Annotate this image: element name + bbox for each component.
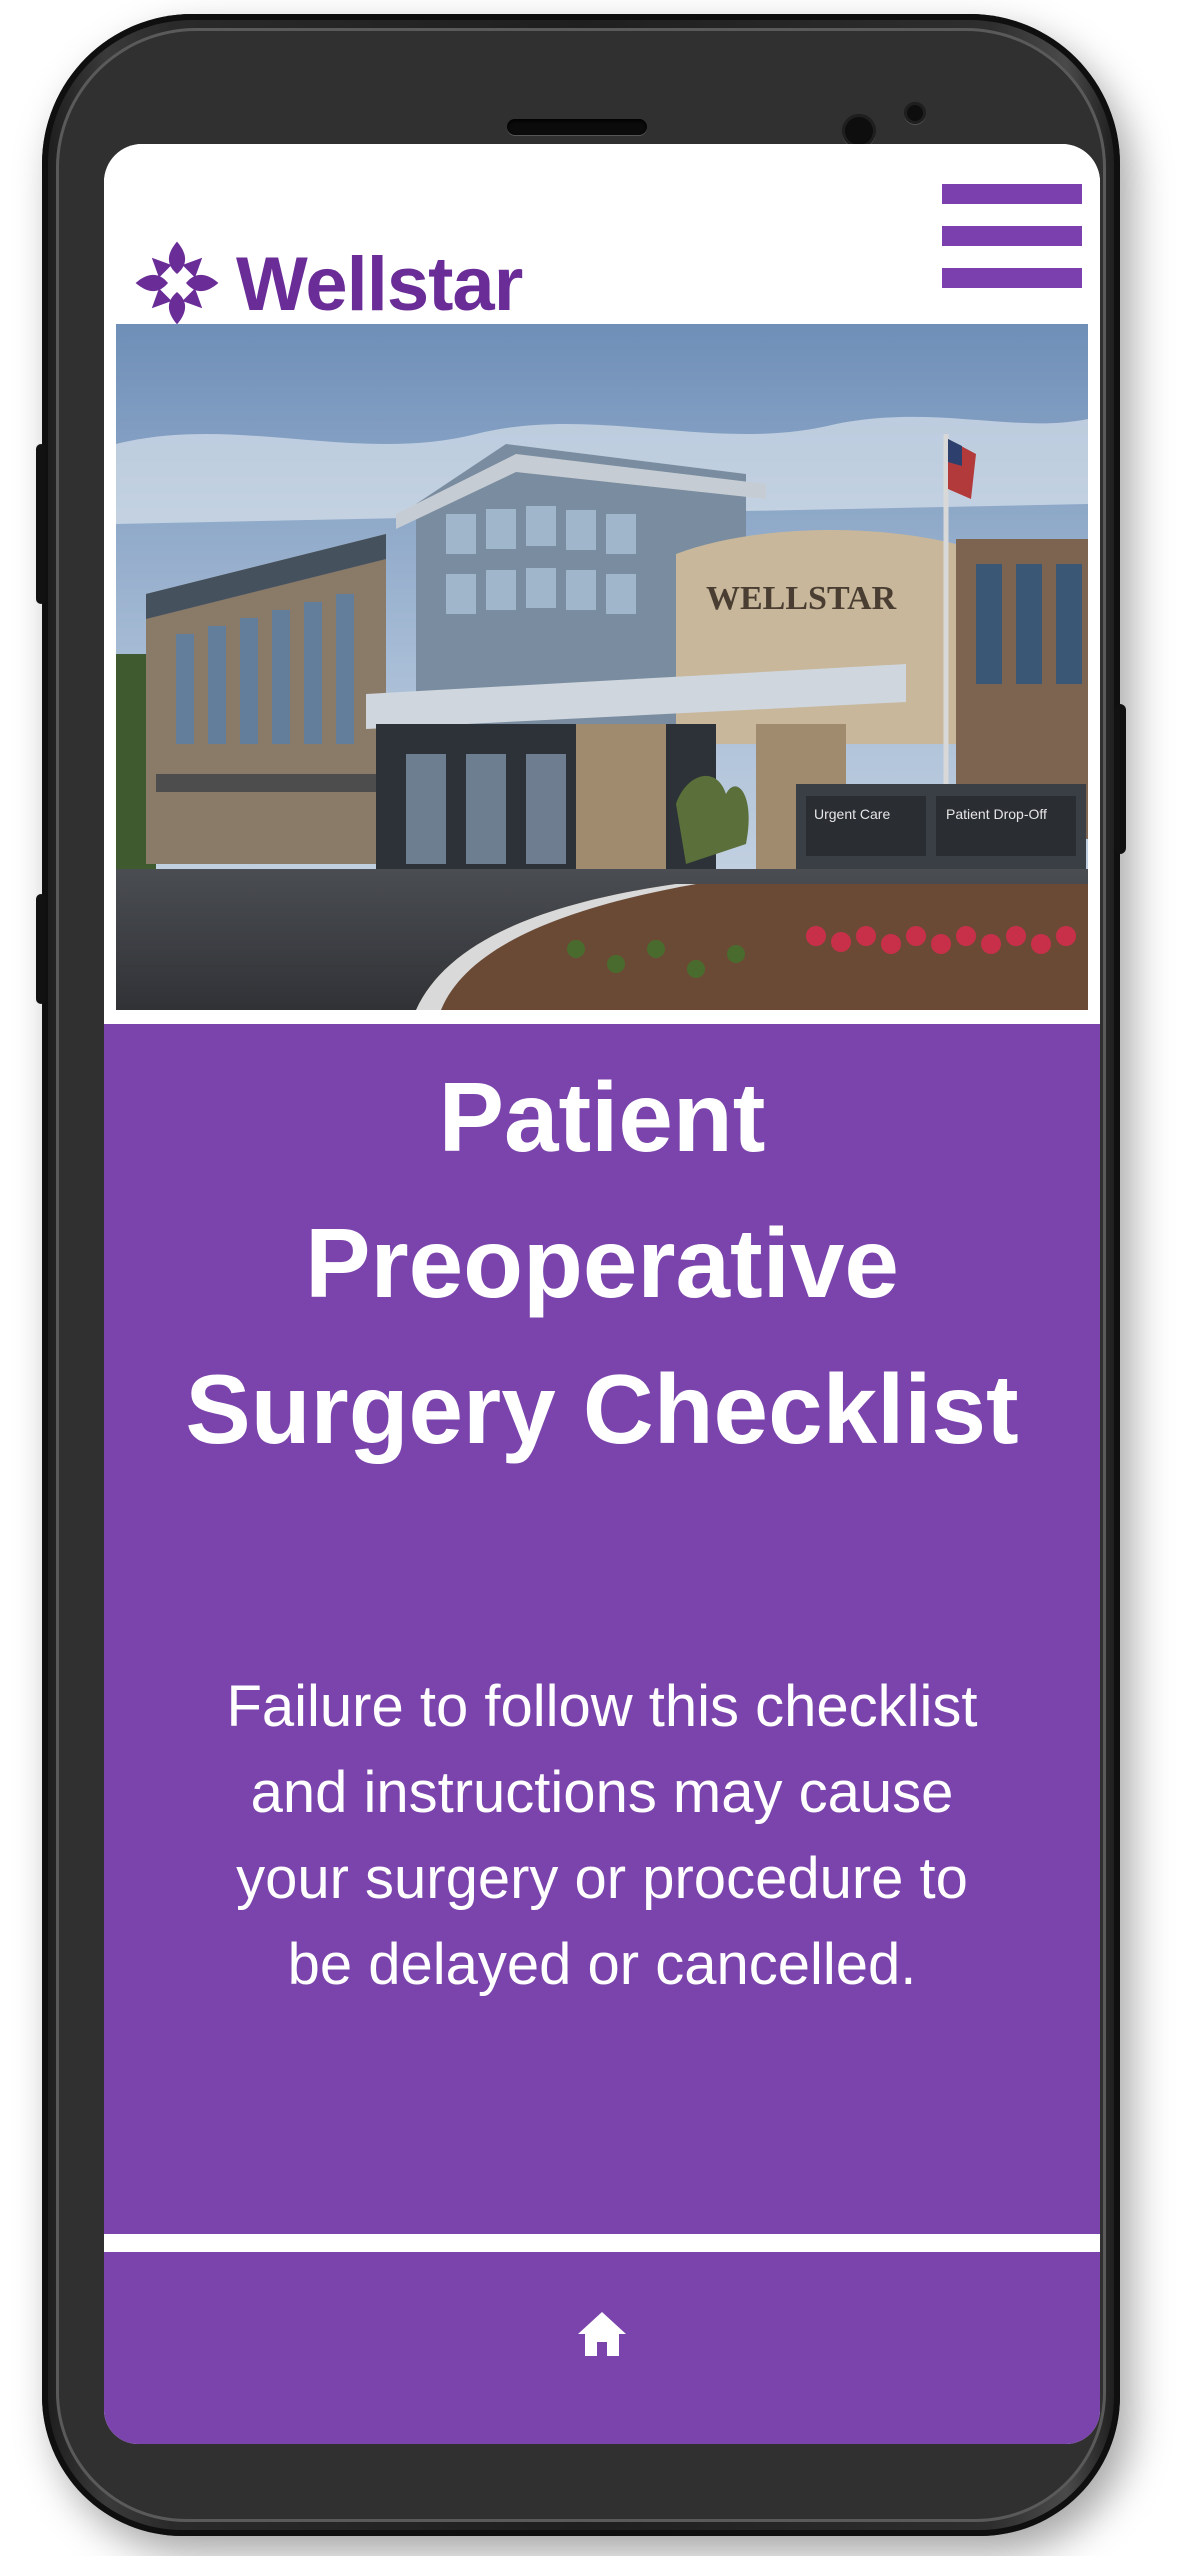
warning-line: your surgery or procedure to	[236, 1846, 968, 1911]
warning-line: Failure to follow this checklist	[226, 1674, 978, 1739]
power-button	[1114, 704, 1126, 854]
wellstar-logo-icon	[135, 241, 219, 325]
phone-screen: Wellstar WELLSTAR Urgent Care Patient Dr…	[104, 144, 1100, 2444]
checklist-banner: Patient Preoperative Surgery Checklist F…	[104, 1024, 1100, 2234]
warning-line: be delayed or cancelled.	[287, 1932, 917, 1997]
home-icon[interactable]	[576, 2310, 628, 2358]
footer-divider	[104, 2234, 1100, 2252]
menu-bar	[942, 268, 1082, 288]
volume-button	[36, 444, 46, 604]
bixby-button	[36, 894, 46, 1004]
title-line: Preoperative	[305, 1208, 899, 1318]
warning-message: Failure to follow this checklist and ins…	[194, 1664, 1010, 2008]
app-header: Wellstar	[104, 144, 1100, 327]
title-line: Patient	[438, 1062, 766, 1172]
bottom-nav	[104, 2252, 1100, 2444]
hospital-building-photo: WELLSTAR Urgent Care Patient Drop-Off	[116, 324, 1088, 1010]
earpiece-speaker	[507, 119, 647, 135]
brand-logo-text: Wellstar	[236, 242, 523, 327]
page-title: Patient Preoperative Surgery Checklist	[104, 1044, 1100, 1482]
menu-bar	[942, 226, 1082, 246]
svg-text:WELLSTAR: WELLSTAR	[706, 580, 897, 617]
menu-bar	[942, 184, 1082, 204]
warning-line: and instructions may cause	[250, 1760, 954, 1825]
title-line: Surgery Checklist	[185, 1354, 1019, 1464]
svg-text:Patient Drop-Off: Patient Drop-Off	[946, 806, 1047, 822]
hamburger-menu-button[interactable]	[942, 184, 1082, 288]
iris-scanner	[842, 114, 876, 148]
sensor-dot	[904, 102, 926, 124]
phone-frame: Wellstar WELLSTAR Urgent Care Patient Dr…	[36, 14, 1126, 2536]
svg-text:Urgent Care: Urgent Care	[814, 806, 890, 822]
device-mockup: Wellstar WELLSTAR Urgent Care Patient Dr…	[0, 0, 1193, 2556]
